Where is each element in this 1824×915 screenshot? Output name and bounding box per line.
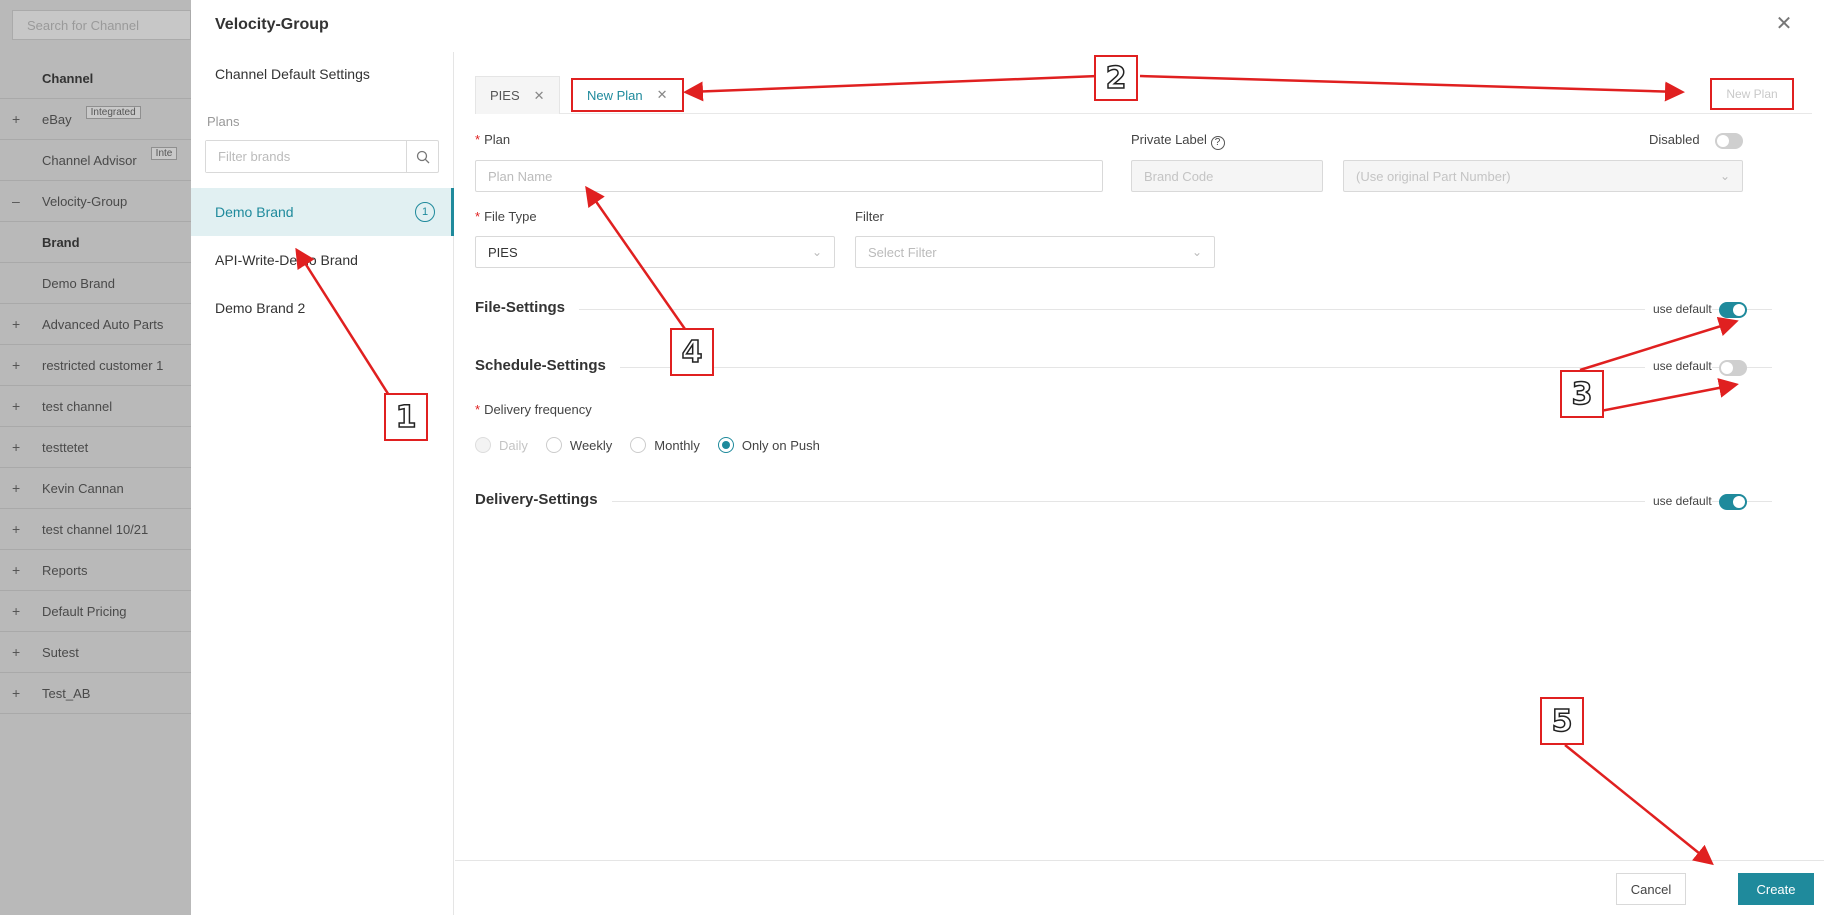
channel-list-item[interactable]: + Kevin Cannan <box>0 468 191 509</box>
channel-default-settings-link[interactable]: Channel Default Settings <box>215 66 370 82</box>
channel-list-item[interactable]: Demo Brand <box>0 263 191 304</box>
expand-icon: + <box>12 562 21 578</box>
plan-label: * Plan <box>475 132 511 147</box>
tab-new-plan[interactable]: New Plan ✕ <box>571 78 684 112</box>
plans-label: Plans <box>207 114 240 129</box>
use-default-label: use default <box>1645 494 1712 508</box>
channel-list-item: Channel <box>0 58 191 99</box>
new-plan-button[interactable]: New Plan <box>1710 78 1794 110</box>
close-icon[interactable]: ✕ <box>1772 12 1796 36</box>
part-number-select: (Use original Part Number) ⌄ <box>1343 160 1743 192</box>
plan-drawer: Velocity-Group ✕ Channel Default Setting… <box>191 0 1824 915</box>
radio-monthly[interactable]: Monthly <box>630 437 700 453</box>
channel-list-item: Brand <box>0 222 191 263</box>
brand-item-demo-brand[interactable]: Demo Brand 1 <box>191 188 454 236</box>
expand-icon: + <box>12 439 21 455</box>
channel-list-item[interactable]: + restricted customer 1 <box>0 345 191 386</box>
cancel-button[interactable]: Cancel <box>1616 873 1686 905</box>
chevron-down-icon: ⌄ <box>1191 245 1202 259</box>
file-settings-use-default-toggle[interactable] <box>1719 302 1747 318</box>
delivery-settings-use-default-toggle[interactable] <box>1719 494 1747 510</box>
plan-tabs: PIES ✕ New Plan ✕ New Plan <box>475 72 1812 114</box>
radio-daily: Daily <box>475 437 528 453</box>
background-channel-sidebar: Search for Channel Channel + eBay Integrat… <box>0 0 191 915</box>
annotation-4: 4 <box>670 328 714 376</box>
disabled-toggle[interactable] <box>1715 133 1743 149</box>
channel-list-item[interactable]: + eBay Integrated <box>0 99 191 140</box>
expand-icon: + <box>12 521 21 537</box>
brand-code-input: Brand Code <box>1131 160 1323 192</box>
plan-editor: PIES ✕ New Plan ✕ New Plan * Plan Plan Name… <box>455 52 1824 915</box>
brand-item-api-write-demo-brand[interactable]: API-Write-Demo Brand <box>191 236 454 284</box>
close-tab-icon[interactable]: ✕ <box>534 88 545 104</box>
radio-only-on-push[interactable]: Only on Push <box>717 437 820 453</box>
schedule-settings-use-default-toggle[interactable] <box>1719 360 1747 376</box>
private-label-label: Private Label ? <box>1131 132 1225 150</box>
channel-list-item[interactable]: + Default Pricing <box>0 591 191 632</box>
annotation-5: 5 <box>1540 697 1584 745</box>
filter-brands-field <box>205 140 439 173</box>
use-default-label: use default <box>1645 302 1712 316</box>
disabled-label: Disabled <box>1649 132 1700 147</box>
annotation-3: 3 <box>1560 370 1604 418</box>
channel-search-input[interactable]: Search for Channel <box>12 10 191 40</box>
collapse-icon: – <box>12 193 20 209</box>
search-icon[interactable] <box>406 141 438 172</box>
drawer-title: Velocity-Group <box>215 16 329 33</box>
chevron-down-icon: ⌄ <box>1719 169 1730 183</box>
brand-item-demo-brand-2[interactable]: Demo Brand 2 <box>191 284 454 332</box>
radio-weekly[interactable]: Weekly <box>545 437 612 453</box>
annotation-1: 1 <box>384 393 428 441</box>
file-settings-title: File-Settings <box>475 299 580 316</box>
divider <box>475 501 1772 502</box>
channel-list-item[interactable]: + Advanced Auto Parts <box>0 304 191 345</box>
expand-icon: + <box>12 603 21 619</box>
channel-list-item[interactable]: + test channel 10/21 <box>0 509 191 550</box>
integrated-badge: Integrated <box>85 105 141 119</box>
expand-icon: + <box>12 480 21 496</box>
channel-list-item[interactable]: – Velocity-Group <box>0 181 191 222</box>
file-type-label: * File Type <box>475 209 537 224</box>
delivery-frequency-label: * Delivery frequency <box>475 402 592 417</box>
close-tab-icon[interactable]: ✕ <box>657 87 668 103</box>
channel-list-item[interactable]: + testtetet <box>0 427 191 468</box>
channel-list-item[interactable]: + Sutest <box>0 632 191 673</box>
expand-icon: + <box>12 357 21 373</box>
channel-list-item[interactable]: + test channel <box>0 386 191 427</box>
expand-icon: + <box>12 316 21 332</box>
plan-count-badge: 1 <box>415 202 435 222</box>
channel-list-item[interactable]: + Reports <box>0 550 191 591</box>
divider <box>475 309 1772 310</box>
channel-list-item[interactable]: + Test_AB <box>0 673 191 714</box>
chevron-down-icon: ⌄ <box>811 245 822 259</box>
file-type-select[interactable]: PIES ⌄ <box>475 236 835 268</box>
delivery-settings-title: Delivery-Settings <box>475 491 612 508</box>
use-default-label: use default <box>1645 359 1712 373</box>
channel-list-item[interactable]: Channel Advisor Inte <box>0 140 191 181</box>
tab-pies[interactable]: PIES ✕ <box>475 76 560 114</box>
channel-list: Channel + eBay Integrated Channel Advisor I… <box>0 58 191 714</box>
filter-brands-input[interactable] <box>206 141 406 172</box>
plan-name-input[interactable]: Plan Name <box>475 160 1103 192</box>
filter-select[interactable]: Select Filter ⌄ <box>855 236 1215 268</box>
plans-panel: Channel Default Settings Plans Demo Bran… <box>191 52 454 915</box>
schedule-settings-title: Schedule-Settings <box>475 357 620 374</box>
help-icon[interactable]: ? <box>1210 136 1225 150</box>
create-button[interactable]: Create <box>1738 873 1814 905</box>
drawer-footer: Cancel Create <box>455 860 1824 915</box>
expand-icon: + <box>12 111 21 127</box>
filter-label: Filter <box>855 209 884 224</box>
brand-list: Demo Brand 1 API-Write-Demo Brand Demo B… <box>191 188 454 332</box>
delivery-frequency-radio-group: Daily Weekly Monthly Only on Push <box>475 437 838 453</box>
expand-icon: + <box>12 685 21 701</box>
expand-icon: + <box>12 644 21 660</box>
annotation-2: 2 <box>1094 55 1138 101</box>
integrated-badge: Inte <box>150 146 178 160</box>
expand-icon: + <box>12 398 21 414</box>
